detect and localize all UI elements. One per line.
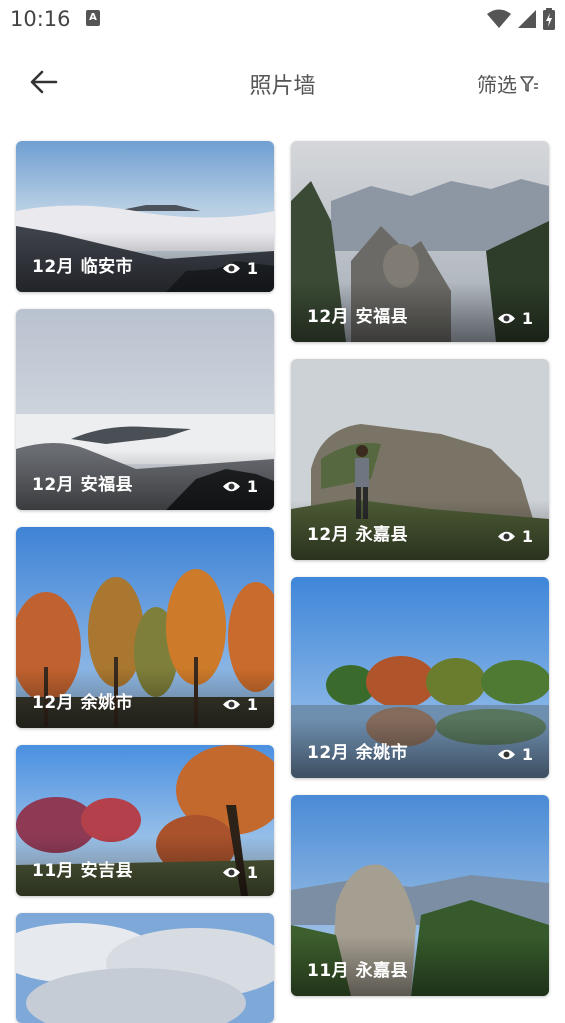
photo-card[interactable] <box>16 913 274 1023</box>
status-bar: 10:16 A <box>0 0 565 40</box>
filter-button[interactable]: 筛选 <box>477 69 539 98</box>
status-time: 10:16 <box>10 7 71 31</box>
photo-cloudy-sky <box>16 913 274 1023</box>
photo-caption: 12月 安福县 <box>32 475 134 495</box>
photo-card[interactable]: 12月 余姚市 1 <box>291 577 549 778</box>
photo-card[interactable]: 12月 余姚市 1 <box>16 527 274 728</box>
signal-icon <box>518 10 536 28</box>
battery-icon <box>543 8 555 30</box>
photo-caption: 11月 安吉县 <box>32 861 134 881</box>
eye-icon <box>497 313 515 324</box>
eye-icon <box>222 481 240 492</box>
eye-icon <box>497 531 515 542</box>
app-bar: 照片墙 筛选 <box>0 52 565 112</box>
eye-icon <box>222 867 240 878</box>
filter-label: 筛选 <box>477 73 517 97</box>
photo-card[interactable]: 11月 永嘉县 <box>291 795 549 996</box>
eye-icon <box>497 749 515 760</box>
photo-caption: 12月 临安市 <box>32 257 134 277</box>
view-count: 1 <box>222 477 258 496</box>
photo-caption: 12月 永嘉县 <box>307 525 409 545</box>
view-count: 1 <box>222 695 258 714</box>
view-count: 1 <box>497 527 533 546</box>
filter-icon <box>520 75 538 92</box>
wifi-icon <box>487 9 511 28</box>
view-count: 1 <box>222 259 258 278</box>
view-count: 1 <box>497 745 533 764</box>
photo-card[interactable]: 12月 安福县 1 <box>16 309 274 510</box>
view-count: 1 <box>497 309 533 328</box>
photo-caption: 11月 永嘉县 <box>307 961 409 981</box>
photo-caption: 12月 余姚市 <box>307 743 409 763</box>
photo-card[interactable]: 11月 安吉县 1 <box>16 745 274 896</box>
photo-caption: 12月 余姚市 <box>32 693 134 713</box>
photo-card[interactable]: 12月 临安市 1 <box>16 141 274 292</box>
status-icons <box>487 8 555 30</box>
eye-icon <box>222 263 240 274</box>
notification-badge: A <box>86 10 100 26</box>
photo-card[interactable]: 12月 安福县 1 <box>291 141 549 342</box>
view-count: 1 <box>222 863 258 882</box>
eye-icon <box>222 699 240 710</box>
photo-card[interactable]: 12月 永嘉县 1 <box>291 359 549 560</box>
photo-caption: 12月 安福县 <box>307 307 409 327</box>
